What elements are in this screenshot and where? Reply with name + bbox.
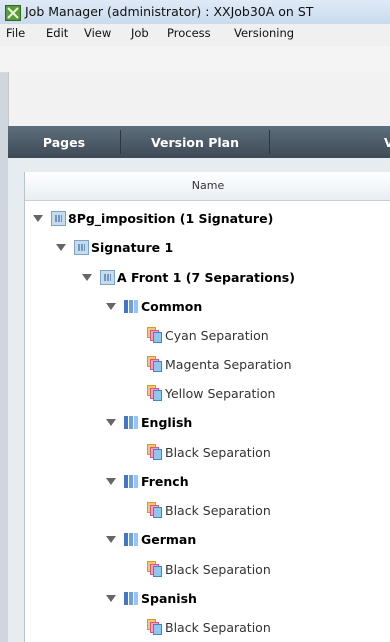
- tab-v[interactable]: V: [270, 126, 390, 158]
- tree-node-imposition[interactable]: 8Pg_imposition (1 Signature): [33, 207, 273, 229]
- node-label: Yellow Separation: [165, 385, 276, 401]
- separation-icon: [147, 561, 163, 577]
- version-icon: [124, 415, 139, 430]
- chevron-down-icon[interactable]: [106, 535, 116, 543]
- chevron-down-icon[interactable]: [106, 477, 116, 485]
- separation-icon: [147, 356, 163, 372]
- node-label: Black Separation: [165, 619, 271, 635]
- chevron-down-icon[interactable]: [106, 302, 116, 310]
- tree-view[interactable]: Name 8Pg_imposition (1 Signature) Signat…: [24, 172, 390, 642]
- menu-file[interactable]: File: [6, 26, 25, 40]
- tree-node-version-common[interactable]: Common: [106, 295, 202, 317]
- separation-icon: [147, 385, 163, 401]
- menu-process[interactable]: Process: [167, 26, 211, 40]
- toolbar: [8, 72, 390, 126]
- tree-node-separation[interactable]: Cyan Separation: [147, 324, 269, 346]
- separation-icon: [147, 619, 163, 635]
- tree-node-separation[interactable]: Magenta Separation: [147, 353, 292, 375]
- tree-node-separation[interactable]: Black Separation: [147, 558, 271, 580]
- node-label: English: [141, 414, 193, 430]
- window-title: Job Manager (administrator) : XXJob30A o…: [25, 4, 314, 19]
- tab-version-plan[interactable]: Version Plan: [121, 126, 269, 158]
- tree-node-separation[interactable]: Black Separation: [147, 441, 271, 463]
- menu-job[interactable]: Job: [131, 26, 149, 40]
- separation-icon: [147, 327, 163, 343]
- node-label: German: [141, 531, 197, 547]
- chevron-down-icon[interactable]: [82, 273, 92, 281]
- node-label: French: [141, 473, 189, 489]
- tree-node-separation[interactable]: Yellow Separation: [147, 382, 275, 404]
- node-label: Black Separation: [165, 502, 271, 518]
- chevron-down-icon[interactable]: [106, 418, 116, 426]
- node-label: Cyan Separation: [165, 327, 269, 343]
- menu-bar: File Edit View Job Process Versioning: [0, 24, 390, 46]
- chevron-down-icon[interactable]: [56, 243, 66, 251]
- node-label: Common: [141, 298, 203, 314]
- column-header-label: Name: [191, 179, 225, 192]
- title-bar: Job Manager (administrator) : XXJob30A o…: [0, 0, 390, 25]
- menu-versioning[interactable]: Versioning: [234, 26, 294, 40]
- tree-node-version-english[interactable]: English: [106, 411, 192, 433]
- tab-bar: Pages Version Plan V: [8, 126, 390, 158]
- node-label: Magenta Separation: [165, 356, 292, 372]
- separation-icon: [147, 502, 163, 518]
- node-label: Black Separation: [165, 444, 271, 460]
- app-icon: [5, 5, 21, 21]
- chevron-down-icon[interactable]: [33, 214, 43, 222]
- version-icon: [124, 474, 139, 489]
- node-label: A Front 1 (7 Separations): [117, 269, 295, 285]
- tree-node-version-french[interactable]: French: [106, 470, 189, 492]
- node-label: Signature 1: [91, 239, 174, 255]
- separation-icon: [147, 444, 163, 460]
- tree-node-version-german[interactable]: German: [106, 528, 196, 550]
- chevron-down-icon[interactable]: [106, 594, 116, 602]
- tab-pages[interactable]: Pages: [8, 126, 120, 158]
- node-label: 8Pg_imposition (1 Signature): [68, 210, 274, 226]
- column-header-name[interactable]: Name: [25, 172, 390, 201]
- version-icon: [124, 532, 139, 547]
- tree-node-separation[interactable]: Black Separation: [147, 499, 271, 521]
- menu-edit[interactable]: Edit: [46, 26, 68, 40]
- tree-node-surface[interactable]: A Front 1 (7 Separations): [82, 266, 295, 288]
- node-label: Spanish: [141, 590, 197, 606]
- tree-node-signature[interactable]: Signature 1: [56, 236, 173, 258]
- signature-icon: [74, 239, 89, 255]
- menu-bar-spacer: [0, 46, 390, 73]
- imposition-icon: [51, 210, 66, 226]
- version-icon: [124, 299, 139, 314]
- menu-view[interactable]: View: [84, 26, 111, 40]
- surface-icon: [100, 269, 115, 285]
- version-icon: [124, 591, 139, 606]
- node-label: Black Separation: [165, 561, 271, 577]
- tree-node-separation[interactable]: Black Separation: [147, 616, 271, 638]
- tree-node-version-spanish[interactable]: Spanish: [106, 587, 197, 609]
